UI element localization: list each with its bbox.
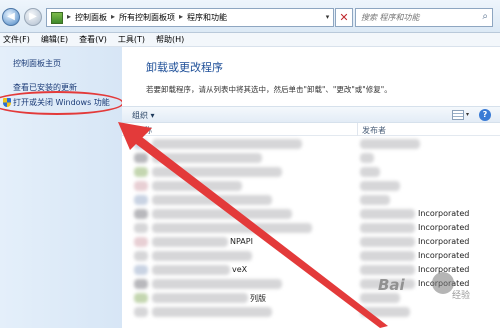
program-publisher-blurred (360, 265, 415, 275)
table-row[interactable]: NPAPI Incorporated (122, 235, 500, 249)
program-name (152, 307, 272, 317)
search-box[interactable]: ⌕ (355, 8, 493, 27)
view-options-icon[interactable] (452, 110, 464, 120)
program-name (152, 167, 282, 177)
program-publisher (360, 195, 390, 205)
column-header: 名称 发布者 (122, 123, 500, 136)
program-name: 列版 (250, 294, 266, 303)
program-list: Incorporated Incorporated NPAPI Incorpor… (122, 137, 500, 328)
program-icon (134, 307, 148, 317)
program-publisher-blurred (360, 251, 415, 261)
program-publisher-blurred (360, 293, 400, 303)
breadcrumb-item[interactable]: 程序和功能 (187, 12, 227, 23)
program-icon (134, 223, 148, 233)
breadcrumb-list: ▸ 控制面板 ▸ 所有控制面板项 ▸ 程序和功能 (67, 12, 227, 23)
breadcrumb-separator: ▸ (111, 12, 116, 21)
program-icon (134, 181, 148, 191)
menu-edit[interactable]: 编辑(E) (41, 33, 68, 46)
table-row[interactable] (122, 151, 500, 165)
menu-bar: 文件(F) 编辑(E) 查看(V) 工具(T) 帮助(H) (0, 33, 500, 47)
program-icon (134, 167, 148, 177)
watermark-logo (432, 272, 454, 294)
breadcrumb-separator: ▸ (67, 12, 72, 21)
close-icon[interactable]: ✕ (335, 8, 353, 27)
program-publisher (360, 153, 374, 163)
menu-view[interactable]: 查看(V) (79, 33, 107, 46)
program-name (152, 279, 282, 289)
address-bar: ◀ ▶ ▸ 控制面板 ▸ 所有控制面板项 ▸ 程序和功能 ▾ ✕ ⌕ (0, 0, 500, 33)
table-row[interactable] (122, 193, 500, 207)
program-publisher: Incorporated (418, 251, 470, 260)
program-publisher: Incorporated (418, 209, 470, 218)
menu-tools[interactable]: 工具(T) (118, 33, 145, 46)
breadcrumb-separator: ▸ (179, 12, 184, 21)
page-title: 卸载或更改程序 (146, 61, 223, 74)
column-divider[interactable] (357, 123, 358, 136)
breadcrumb-item[interactable]: 控制面板 (75, 12, 107, 23)
program-publisher-blurred (360, 223, 415, 233)
program-icon (134, 265, 148, 275)
breadcrumb[interactable]: ▸ 控制面板 ▸ 所有控制面板项 ▸ 程序和功能 (46, 8, 332, 27)
search-icon[interactable]: ⌕ (482, 11, 488, 22)
program-icon (134, 251, 148, 261)
program-name (152, 181, 242, 191)
program-icon (134, 237, 148, 247)
program-name (152, 153, 262, 163)
program-icon (134, 209, 148, 219)
column-name[interactable]: 名称 (136, 125, 152, 136)
watermark-subtext: 经验 (452, 291, 471, 301)
program-name: veX (232, 265, 248, 274)
chevron-down-icon[interactable]: ▾ (322, 8, 334, 27)
forward-button[interactable]: ▶ (24, 8, 42, 26)
sidebar: 控制面板主页 查看已安装的更新 打开或关闭 Windows 功能 (0, 47, 124, 328)
program-publisher (360, 181, 400, 191)
program-name (152, 223, 312, 233)
organize-button[interactable]: 组织 ▾ (132, 110, 155, 121)
program-icon (134, 279, 148, 289)
program-name-blurred (152, 265, 230, 275)
sidebar-item-home[interactable]: 控制面板主页 (13, 58, 61, 69)
menu-help[interactable]: 帮助(H) (156, 33, 184, 46)
table-row[interactable] (122, 165, 500, 179)
program-publisher-blurred (360, 209, 415, 219)
program-name (152, 139, 302, 149)
program-publisher: Incorporated (418, 223, 470, 232)
table-row[interactable]: Incorporated (122, 249, 500, 263)
program-publisher-blurred (360, 237, 415, 247)
breadcrumb-item[interactable]: 所有控制面板项 (119, 12, 175, 23)
annotation-ellipse (0, 91, 124, 115)
program-name: NPAPI (230, 237, 253, 246)
program-icon (134, 153, 148, 163)
chevron-down-icon[interactable]: ▾ (466, 111, 469, 118)
program-publisher (360, 307, 410, 317)
table-row[interactable] (122, 179, 500, 193)
table-row[interactable] (122, 305, 500, 319)
menu-file[interactable]: 文件(F) (3, 33, 30, 46)
table-row[interactable]: Incorporated (122, 207, 500, 221)
program-name-blurred (152, 293, 248, 303)
program-publisher (360, 167, 380, 177)
back-button[interactable]: ◀ (2, 8, 20, 26)
search-input[interactable] (356, 9, 474, 26)
program-icon (134, 195, 148, 205)
table-row[interactable]: Incorporated (122, 221, 500, 235)
column-publisher[interactable]: 发布者 (362, 125, 386, 136)
control-panel-icon (51, 12, 63, 24)
toolbar: 组织 ▾ ▾ ? (122, 106, 500, 123)
watermark-text: Bai (378, 276, 405, 294)
program-name (152, 251, 252, 261)
program-icon (134, 293, 148, 303)
program-name-blurred (152, 237, 228, 247)
help-icon[interactable]: ? (479, 109, 491, 121)
program-icon (134, 139, 148, 149)
program-publisher: Incorporated (418, 237, 470, 246)
program-publisher (360, 139, 420, 149)
program-name (152, 209, 292, 219)
table-row[interactable] (122, 137, 500, 151)
page-description: 若要卸载程序，请从列表中将其选中，然后单击"卸载"、"更改"或"修复"。 (146, 85, 392, 94)
program-name (152, 195, 272, 205)
